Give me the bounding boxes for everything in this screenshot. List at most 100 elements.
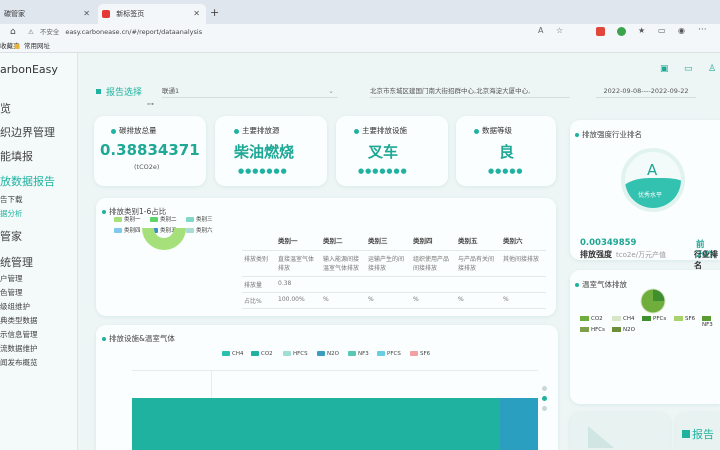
legend-item[interactable]: CH4 [222, 351, 243, 357]
bottom-card [570, 412, 670, 450]
shield-icon[interactable] [617, 27, 626, 36]
sidebar-item-butler[interactable]: 管家 [0, 228, 22, 244]
legend-item[interactable]: CH4 [612, 316, 634, 322]
stat-total-unit: (tCO2e) [134, 163, 160, 171]
report-marker [682, 430, 690, 438]
play-icon [588, 426, 614, 448]
extension-icon[interactable] [596, 27, 605, 36]
bookmark-common-sites[interactable]: 常用网址 [24, 40, 50, 53]
sidebar-item-news[interactable]: 闻发布概览 [0, 357, 38, 368]
report-label: 报告 [692, 428, 714, 441]
home-icon[interactable]: ⌂ [10, 26, 16, 38]
sidebar-item-display-info[interactable]: 示信息管理 [0, 329, 38, 340]
bookmarks-bar: 收藏夹 ■ 常用网址 [0, 40, 720, 53]
close-icon[interactable]: ✕ [83, 4, 90, 24]
legend-item[interactable]: PFCS [377, 351, 401, 357]
legend-item[interactable]: HFCs [580, 327, 605, 333]
config-icon[interactable]: ⊶ [147, 100, 154, 108]
carousel-dots[interactable]: ●●●●● [488, 167, 524, 175]
table-row: 占比% 100.00% % % % % % [242, 292, 546, 309]
intensity-value: 0.00349859 [580, 238, 637, 248]
sidebar-item-type-data[interactable]: 典类型数据 [0, 315, 38, 326]
legend-item[interactable]: SF6 [410, 351, 430, 357]
sidebar-item-flow-data[interactable]: 流数据维护 [0, 343, 38, 354]
sidebar-item-overview[interactable]: 览 [0, 100, 11, 116]
title-marker [96, 89, 101, 94]
legend-item[interactable]: NF3 [348, 351, 369, 357]
sidebar-item-energy-report[interactable]: 能填报 [0, 148, 33, 164]
browser-tab[interactable]: 碳管家 ✕ [0, 4, 96, 24]
brand-logo: arbonEasy [0, 63, 58, 76]
tab-label: 碳管家 [4, 10, 25, 18]
sidebar-item-emission-report[interactable]: 放数据报告 [0, 173, 55, 189]
org-select-value: 联通1 [162, 87, 180, 95]
ghg-pie-chart [640, 288, 666, 314]
legend-item[interactable]: 类别四 [114, 227, 141, 235]
sidebar-item-groups[interactable]: 级组维护 [0, 301, 30, 312]
favorites-icon[interactable]: ★ [638, 26, 645, 35]
site-select[interactable]: 北京市东城区建国门南大街招群中心,北京海淀大厦中心, [370, 85, 570, 98]
collections-icon[interactable]: ▭ [658, 26, 666, 35]
site-select-value: 北京市东城区建国门南大街招群中心,北京海淀大厦中心, [370, 87, 531, 95]
carousel-dots[interactable]: ●●●●●●● [238, 167, 288, 175]
org-select[interactable]: 联通1 ⌄ [162, 85, 338, 98]
sidebar-item-data-analysis[interactable]: 据分析 [0, 208, 23, 219]
legend-item[interactable]: NF3 [702, 316, 720, 328]
intensity-label: 排放强度 [580, 250, 612, 259]
profile-icon[interactable]: ◉ [678, 26, 685, 35]
sidebar-item-roles[interactable]: 色管理 [0, 287, 23, 298]
scroll-dot[interactable] [542, 386, 547, 391]
legend-item[interactable]: 类别一 [114, 216, 141, 224]
browser-tab-bar: 碳管家 ✕ 新标签页 ✕ + [0, 0, 720, 24]
stat-source-value: 柴油燃烧 [234, 143, 295, 161]
close-icon[interactable]: ✕ [193, 4, 200, 24]
stat-total-label: 碳排放总量 [111, 125, 157, 136]
url-text: easy.carbonease.cn/#/report/dataanalysis [65, 28, 203, 36]
screen-icon[interactable]: ▭ [684, 64, 693, 74]
legend-item[interactable]: SF6 [674, 316, 695, 322]
date-range-picker[interactable]: 2022-09-08----2022-09-22 [596, 85, 696, 98]
sidebar-item-system[interactable]: 统管理 [0, 254, 33, 270]
menu-icon[interactable]: ··· [698, 25, 707, 35]
carousel-dots[interactable]: ●●●●●●● [358, 167, 408, 175]
stat-grade-value: 良 [499, 143, 515, 161]
sidebar-item-report-download[interactable]: 告下载 [0, 194, 23, 205]
grade-caption: 优秀水平 [638, 192, 663, 199]
ghg-title: 温室气体排放 [575, 279, 627, 290]
table-header-row: 类别一 类别二 类别三 类别四 类别五 类别六 [242, 232, 546, 251]
user-icon[interactable]: ♙ [708, 64, 716, 74]
tab-favicon-icon [102, 10, 110, 18]
favorite-star-icon[interactable]: ☆ [556, 26, 563, 35]
scroll-dot[interactable] [542, 406, 547, 411]
legend-item[interactable]: 类别三 [186, 216, 213, 224]
sidebar-item-org-boundary[interactable]: 织边界管理 [0, 124, 55, 140]
scroll-dot[interactable] [542, 396, 547, 401]
stat-total-value: 0.38834371 [100, 141, 200, 159]
legend-item[interactable]: N2O [612, 327, 635, 333]
sidebar-item-users[interactable]: 户管理 [0, 273, 23, 284]
donut-slice [142, 228, 186, 250]
chart-bar-co2[interactable] [132, 398, 500, 450]
report-select-title: 报告选择 [106, 88, 143, 98]
date-range-value: 2022-09-08----2022-09-22 [603, 87, 689, 95]
legend-item[interactable]: CO2 [580, 316, 603, 322]
browser-tab-active[interactable]: 新标签页 ✕ [98, 4, 206, 24]
url-field[interactable]: ⚠ 不安全 easy.carbonease.cn/#/report/dataanal… [28, 26, 568, 38]
chart-bar-n2o[interactable] [500, 398, 538, 450]
gridline [132, 370, 538, 371]
qr-code-icon[interactable]: ▣ [660, 64, 669, 74]
table-row: 排放量 0.38 [242, 276, 546, 293]
legend-item[interactable]: PFCs [642, 316, 666, 322]
legend-item[interactable]: CO2 [251, 351, 273, 357]
facility-section-title: 排放设施&温室气体 [102, 333, 175, 344]
new-tab-icon[interactable]: + [210, 4, 219, 22]
report-card[interactable]: 报告 [676, 412, 720, 450]
table-row: 排放类别 直接温室气体排放 输入能源间接温室气体排放 运输产生的间接排放 组织使… [242, 250, 546, 277]
gridline [211, 370, 212, 400]
warning-icon: ⚠ [28, 28, 34, 36]
legend-item[interactable]: N2O [317, 351, 339, 357]
legend-item[interactable]: 类别二 [150, 216, 177, 224]
read-aloud-icon[interactable]: A [538, 26, 543, 35]
intensity-unit: tco2e/万元产值 [616, 251, 666, 259]
legend-item[interactable]: HFCS [283, 351, 308, 357]
